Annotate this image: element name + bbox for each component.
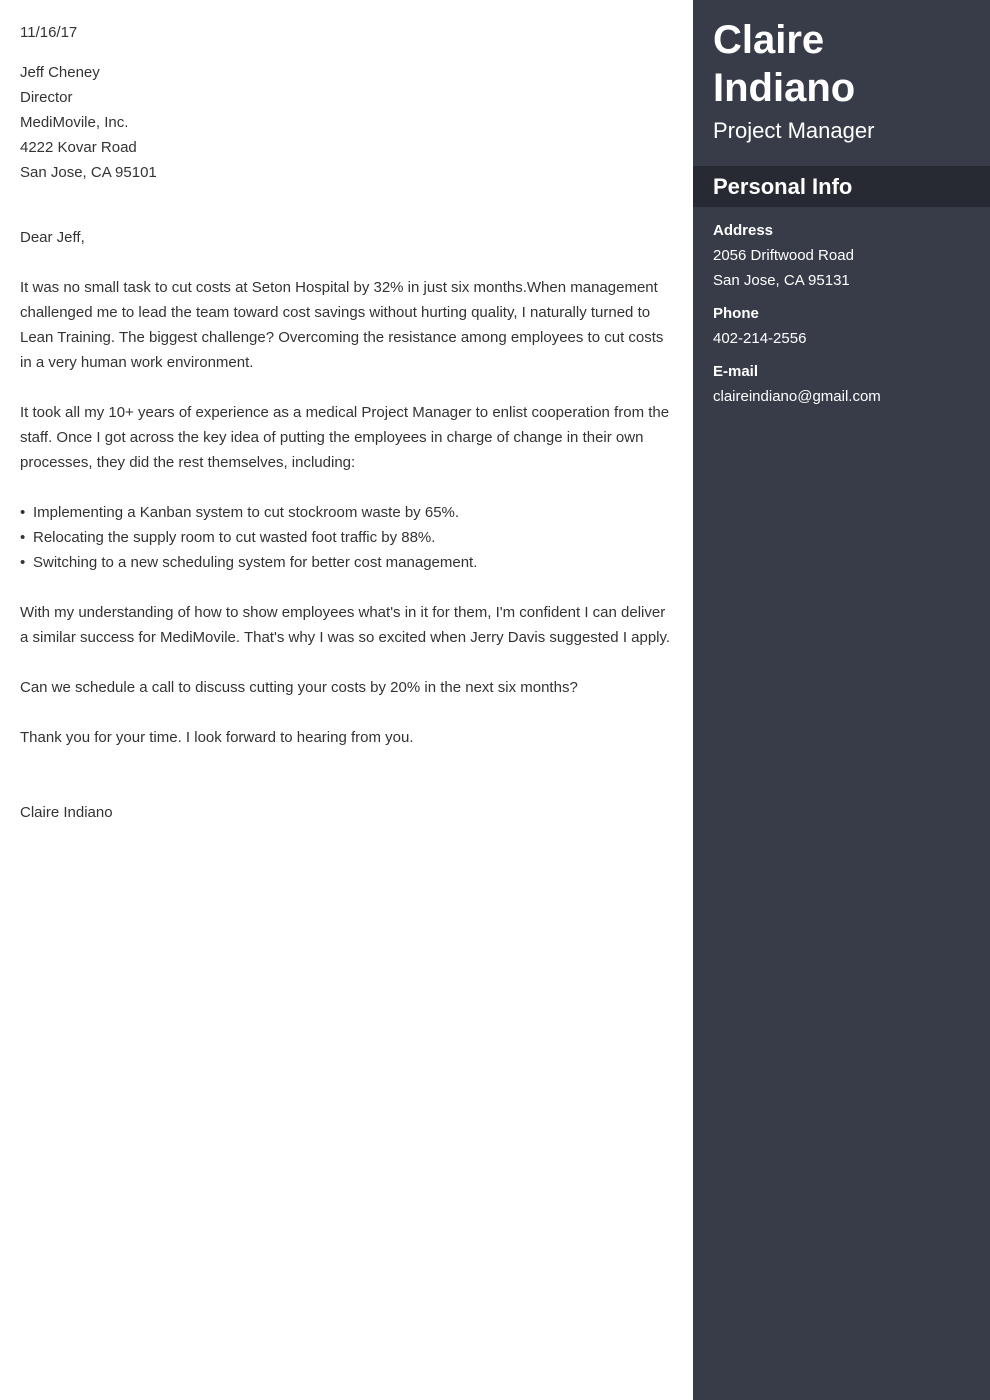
applicant-name: Claire Indiano — [693, 0, 990, 112]
paragraph-call-to-action: Can we schedule a call to discuss cuttin… — [20, 679, 578, 696]
address-line2: San Jose, CA 95131 — [713, 272, 850, 289]
paragraph-intro: It was no small task to cut costs at Set… — [20, 279, 664, 371]
bullet-icon: • — [20, 504, 26, 521]
address-line1: 2056 Driftwood Road — [713, 247, 854, 264]
list-item-text: Implementing a Kanban system to cut stoc… — [33, 504, 460, 521]
list-item-text: Switching to a new scheduling system for… — [33, 554, 478, 571]
phone-value: 402-214-2556 — [713, 330, 807, 347]
personal-info: Address 2056 Driftwood Road San Jose, CA… — [693, 207, 990, 409]
recipient-block: Jeff Cheney Director MediMovile, Inc. 42… — [20, 60, 673, 185]
address-label: Address — [713, 222, 774, 239]
personal-info-header: Personal Info — [693, 166, 990, 207]
list-item-text: Relocating the supply room to cut wasted… — [33, 529, 436, 546]
achievements-list: • Implementing a Kanban system to cut sto… — [20, 500, 673, 575]
last-name: Indiano — [713, 66, 856, 110]
letter-body: 11/16/17 Jeff Cheney Director MediMovile… — [0, 0, 693, 1400]
salutation: Dear Jeff, — [20, 229, 85, 246]
recipient-title: Director — [20, 89, 73, 106]
address-group: Address 2056 Driftwood Road San Jose, CA… — [713, 218, 970, 293]
phone-group: Phone 402-214-2556 — [713, 301, 970, 351]
email-value: claireindiano@gmail.com — [713, 388, 881, 405]
list-item: • Relocating the supply room to cut waste… — [20, 525, 673, 550]
signature: Claire Indiano — [20, 804, 113, 821]
recipient-street: 4222 Kovar Road — [20, 139, 137, 156]
bullet-icon: • — [20, 554, 26, 571]
first-name: Claire — [713, 18, 825, 62]
recipient-company: MediMovile, Inc. — [20, 114, 129, 131]
letter-date: 11/16/17 — [20, 24, 78, 41]
paragraph-confidence: With my understanding of how to show emp… — [20, 604, 671, 646]
paragraph-thanks: Thank you for your time. I look forward … — [20, 729, 414, 746]
list-item: • Switching to a new scheduling system fo… — [20, 550, 673, 575]
job-title: Project Manager — [713, 118, 875, 143]
bullet-icon: • — [20, 529, 26, 546]
recipient-name: Jeff Cheney — [20, 64, 100, 81]
paragraph-experience: It took all my 10+ years of experience a… — [20, 404, 670, 471]
email-label: E-mail — [713, 363, 759, 380]
recipient-city: San Jose, CA 95101 — [20, 164, 157, 181]
list-item: • Implementing a Kanban system to cut sto… — [20, 500, 673, 525]
email-group: E-mail claireindiano@gmail.com — [713, 359, 970, 409]
phone-label: Phone — [713, 305, 759, 322]
sidebar: Claire Indiano Project Manager Personal … — [693, 0, 990, 1400]
